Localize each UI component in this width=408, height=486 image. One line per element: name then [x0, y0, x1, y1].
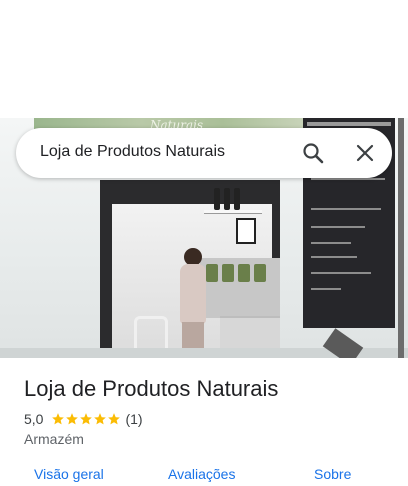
tab-overview[interactable]: Visão geral [34, 466, 104, 482]
search-bar[interactable]: Loja de Produtos Naturais [16, 128, 392, 178]
tab-about[interactable]: Sobre [314, 466, 351, 482]
star-icon [80, 413, 93, 425]
star-icon [66, 413, 79, 425]
search-input[interactable]: Loja de Produtos Naturais [40, 143, 225, 161]
product-jar [222, 264, 234, 282]
close-icon[interactable] [354, 142, 376, 164]
search-icon[interactable] [302, 142, 324, 164]
product-jar [254, 264, 266, 282]
review-count[interactable]: (1) [125, 411, 142, 427]
bottle-decor [214, 188, 220, 210]
bottle-decor [224, 188, 230, 210]
person-figure [178, 248, 208, 358]
rating-stars [51, 412, 121, 426]
place-tabs: Visão geral Avaliações Sobre [0, 466, 408, 486]
rating-value: 5,0 [24, 411, 44, 427]
product-jar [238, 264, 250, 282]
star-icon [108, 413, 121, 425]
star-icon [52, 413, 65, 425]
place-title: Loja de Produtos Naturais [24, 376, 279, 401]
map-blank-area [0, 0, 408, 118]
wall-shelf [204, 210, 262, 214]
place-category: Armazém [24, 431, 84, 447]
rating-row[interactable]: 5,0 (1) [24, 410, 143, 428]
star-icon [94, 413, 107, 425]
tab-reviews[interactable]: Avaliações [168, 466, 235, 482]
bottle-decor [234, 188, 240, 210]
pole [398, 118, 404, 358]
wall-frame [236, 218, 256, 244]
